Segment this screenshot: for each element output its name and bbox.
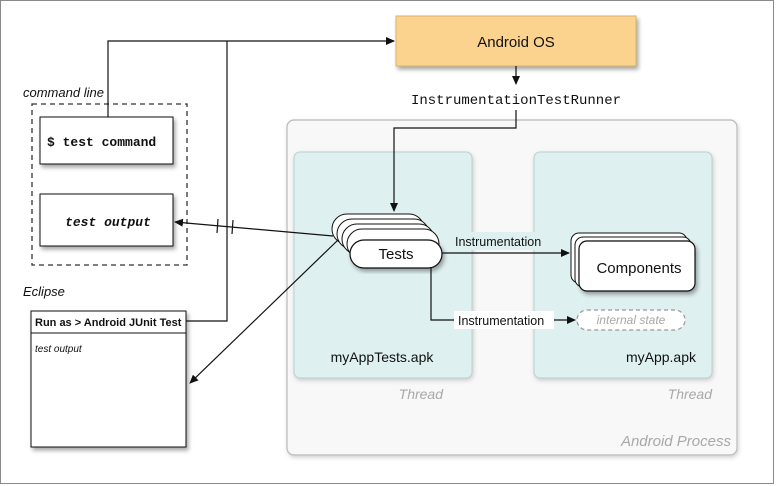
eclipse-window <box>30 310 187 448</box>
output-tick-1 <box>231 219 234 235</box>
tests-label: Tests <box>378 246 413 263</box>
internal-state-label: internal state <box>597 313 666 327</box>
test-command-text: $ test command <box>47 135 156 150</box>
app-apk-label: myApp.apk <box>626 349 697 365</box>
android-os-label: Android OS <box>477 34 555 51</box>
instrumentation-label-1: Instrumentation <box>455 235 541 249</box>
eclipse-caption: Eclipse <box>23 284 65 299</box>
components-label: Components <box>596 260 681 277</box>
instrumentation-label-2: Instrumentation <box>458 314 544 328</box>
command-line-caption: command line <box>23 85 104 100</box>
output-tick-2 <box>216 218 219 234</box>
tests-apk-label: myAppTests.apk <box>331 349 435 365</box>
tests-thread-label: Thread <box>399 386 445 402</box>
edge-eclipse-to-os <box>186 41 228 322</box>
edge-command-to-os <box>107 37 395 117</box>
app-thread-label: Thread <box>668 386 714 402</box>
test-output-text: test output <box>65 215 151 230</box>
eclipse-test-output: test output <box>35 344 83 355</box>
eclipse-run-as-menu[interactable]: Run as > Android JUnit Test <box>35 317 182 329</box>
architecture-diagram: Android Process myAppTests.apk Thread my… <box>23 15 738 456</box>
instrumentation-test-runner-label: InstrumentationTestRunner <box>411 93 621 109</box>
android-process-label: Android Process <box>620 433 732 450</box>
